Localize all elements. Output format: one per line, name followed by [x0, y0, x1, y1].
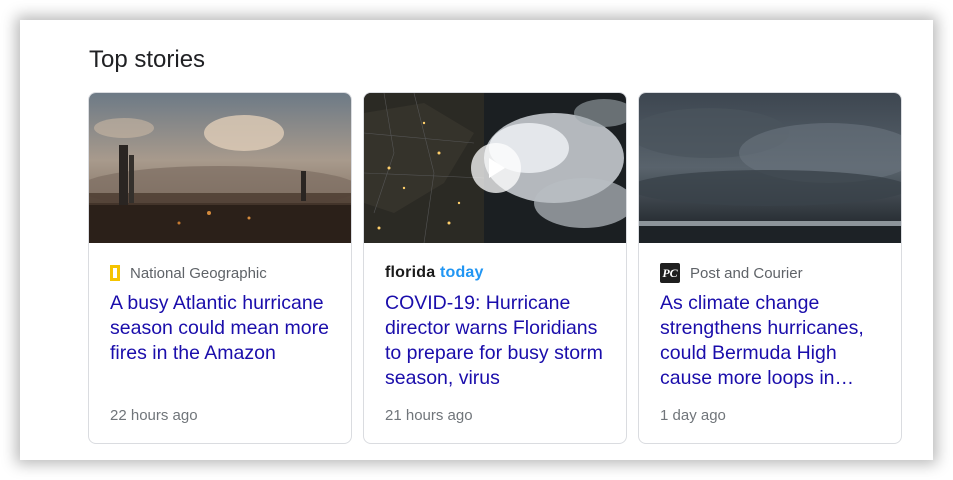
national-geographic-logo-icon	[110, 265, 120, 281]
story-card-2[interactable]: florida today COVID-19: Hurricane direct…	[363, 92, 627, 444]
story-source: florida today	[385, 263, 484, 283]
story-thumbnail-amazon-fires[interactable]	[89, 93, 351, 243]
story-thumbnail-storm-clouds[interactable]	[639, 93, 901, 243]
story-source: National Geographic	[110, 263, 267, 283]
story-headline-link[interactable]: As climate change strengthens hurricanes…	[660, 291, 890, 391]
story-timestamp: 22 hours ago	[110, 407, 198, 424]
source-name: National Geographic	[130, 264, 267, 282]
story-card-1[interactable]: National Geographic A busy Atlantic hurr…	[88, 92, 352, 444]
source-name: Post and Courier	[690, 264, 803, 282]
story-thumbnail-hurricane-satellite[interactable]	[364, 93, 626, 243]
post-and-courier-logo-icon: PC	[660, 263, 680, 283]
story-source: PC Post and Courier	[660, 263, 803, 283]
story-timestamp: 1 day ago	[660, 407, 726, 424]
logo-word-1: florida	[385, 264, 436, 281]
florida-today-logo-icon: florida today	[385, 264, 484, 282]
story-timestamp: 21 hours ago	[385, 407, 473, 424]
story-headline-link[interactable]: A busy Atlantic hurricane season could m…	[110, 291, 340, 366]
section-title: Top stories	[89, 46, 206, 73]
play-video-icon[interactable]	[471, 143, 521, 193]
logo-word-2: today	[439, 264, 484, 281]
story-card-3[interactable]: PC Post and Courier As climate change st…	[638, 92, 902, 444]
story-headline-link[interactable]: COVID-19: Hurricane director warns Flori…	[385, 291, 615, 391]
